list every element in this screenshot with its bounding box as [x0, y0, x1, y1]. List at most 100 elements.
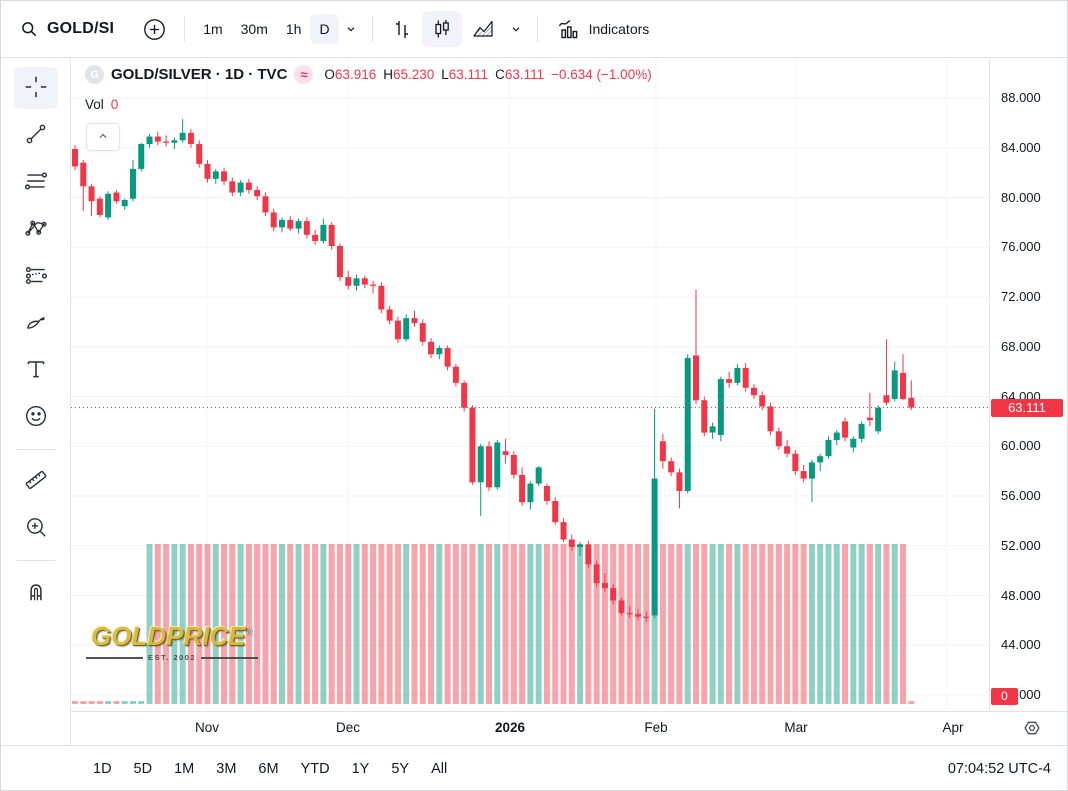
candle-body — [411, 318, 417, 323]
chart-legend[interactable]: G GOLD/SILVER · 1D · TVC ≈ O63.916 H65.2… — [85, 65, 652, 84]
crosshair-icon — [23, 74, 49, 103]
candle-body — [370, 285, 376, 286]
interval-button-1m[interactable]: 1m — [194, 14, 231, 44]
symbol-name: GOLD/SI — [47, 20, 114, 38]
range-button-1m[interactable]: 1M — [168, 756, 200, 782]
range-button-1d[interactable]: 1D — [87, 756, 118, 782]
volume-bar — [784, 544, 790, 704]
xabcd-pattern-tool-button[interactable] — [14, 208, 58, 250]
volume-bar — [312, 544, 318, 704]
range-button-ytd[interactable]: YTD — [295, 756, 336, 782]
range-button-all[interactable]: All — [425, 756, 453, 782]
candle-body — [262, 196, 268, 212]
brush-tool-button[interactable] — [14, 302, 58, 344]
candle-body — [213, 171, 219, 178]
volume-bar — [370, 544, 376, 704]
volume-bar — [867, 544, 873, 704]
volume-bar — [693, 544, 699, 704]
volume-bar — [850, 544, 856, 704]
crosshair-tool-button[interactable] — [14, 67, 58, 109]
candle-body — [726, 379, 732, 383]
candle-body — [494, 443, 500, 488]
text-tool-button[interactable] — [14, 349, 58, 391]
range-button-1y[interactable]: 1Y — [346, 756, 376, 782]
candle-body — [594, 564, 600, 583]
axis-settings-button[interactable] — [1019, 717, 1045, 741]
volume-bar — [403, 544, 409, 704]
measure-tool-button[interactable] — [14, 460, 58, 502]
volume-bar — [453, 544, 459, 704]
chart-style-bars-button[interactable] — [382, 11, 422, 47]
volume-bar-stub — [122, 701, 128, 704]
candle-body — [113, 193, 119, 202]
symbol-search-button[interactable]: GOLD/SI — [11, 13, 122, 45]
volume-bar — [188, 544, 194, 704]
volume-bar — [204, 544, 210, 704]
volume-bar — [155, 544, 161, 704]
candle-body — [171, 140, 177, 142]
volume-bar — [768, 544, 774, 704]
candle-body — [577, 545, 583, 547]
area-chart-icon — [470, 17, 496, 41]
volume-bar — [801, 544, 807, 704]
trend-line-tool-button[interactable] — [14, 114, 58, 156]
price-axis[interactable]: 88.00084.00080.00076.00072.00068.00064.0… — [989, 58, 1068, 711]
candle-body — [552, 501, 558, 522]
candle-body — [652, 479, 658, 616]
volume-bar — [710, 544, 716, 704]
time-axis[interactable]: NovDec2026FebMarApr — [71, 711, 1068, 745]
candle-body — [660, 441, 666, 461]
chart-style-candles-button[interactable] — [422, 11, 462, 47]
interval-group: 1m30m1hD — [194, 14, 338, 44]
range-button-6m[interactable]: 6M — [252, 756, 284, 782]
compare-add-button[interactable] — [134, 11, 175, 48]
candle-body — [478, 446, 484, 482]
bar-chart-icon — [390, 17, 414, 41]
candlestick-chart[interactable] — [71, 58, 989, 711]
volume-bar-stub — [72, 701, 78, 704]
volume-bar — [171, 544, 177, 704]
chart-pane[interactable]: GOLDPRICE® EST. 2002 G GOLD/SILVER · 1D … — [71, 58, 989, 711]
candle-body — [221, 171, 227, 181]
fib-retracement-tool-button[interactable] — [14, 161, 58, 203]
candle-body — [329, 225, 335, 246]
interval-button-d[interactable]: D — [310, 14, 338, 44]
emoji-tool-button[interactable] — [14, 396, 58, 438]
volume-bar — [544, 544, 550, 704]
zoom-in-tool-button[interactable] — [14, 507, 58, 549]
volume-bar — [792, 544, 798, 704]
chart-style-area-button[interactable] — [462, 11, 504, 47]
range-button-5d[interactable]: 5D — [128, 756, 159, 782]
interval-button-1h[interactable]: 1h — [277, 14, 311, 44]
candle-body — [710, 426, 716, 432]
volume-bar — [147, 544, 153, 704]
bottom-toolbar: 1D 5D 1M 3M 6M YTD 1Y 5Y All 07:04:52 UTC-4 — [1, 745, 1067, 791]
price-tick-label: 68.000 — [1001, 339, 1041, 354]
range-button-3m[interactable]: 3M — [210, 756, 242, 782]
range-button-5y[interactable]: 5Y — [385, 756, 415, 782]
volume-legend[interactable]: Vol0 — [85, 97, 118, 112]
chart-style-dropdown-chevron-icon[interactable] — [504, 15, 528, 43]
indicators-button[interactable]: Indicators — [547, 11, 658, 47]
volume-bar — [213, 544, 219, 704]
delayed-data-badge[interactable]: ≈ — [294, 65, 313, 84]
collapse-legend-button[interactable] — [86, 123, 120, 151]
volume-bar — [577, 544, 583, 704]
volume-bar — [503, 544, 509, 704]
volume-bar — [536, 544, 542, 704]
candle-body — [536, 467, 542, 483]
clock[interactable]: 07:04:52 UTC-4 — [948, 761, 1051, 777]
interval-button-30m[interactable]: 30m — [232, 14, 277, 44]
volume-bar — [271, 544, 277, 704]
volume-bar — [296, 544, 302, 704]
interval-dropdown-chevron-icon[interactable] — [339, 15, 363, 43]
emoji-icon — [23, 403, 49, 432]
volume-bar — [411, 544, 417, 704]
long-position-tool-button[interactable] — [14, 255, 58, 297]
candle-body — [569, 540, 575, 547]
legend-title[interactable]: GOLD/SILVER · 1D · TVC — [111, 66, 287, 83]
magnet-tool-button[interactable] — [14, 571, 58, 613]
price-tick-label: 84.000 — [1001, 140, 1041, 155]
volume-bar — [180, 544, 186, 704]
volume-bar — [825, 544, 831, 704]
